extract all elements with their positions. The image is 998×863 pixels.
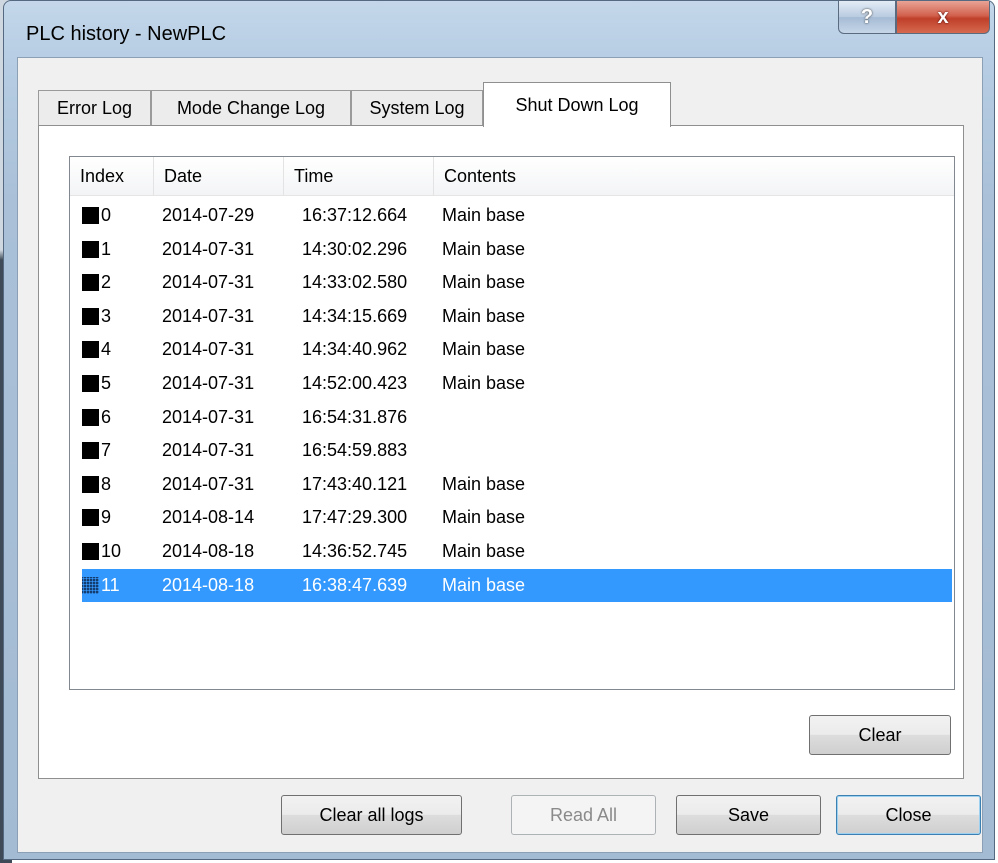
cell-time: 16:54:59.883 [302,440,408,461]
cell-time: 14:34:40.962 [302,339,408,360]
cell-index: 11 [101,574,120,595]
tab-error-log[interactable]: Error Log [38,90,151,126]
cell-index: 10 [101,541,122,561]
cell-date: 2014-08-18 [162,574,255,595]
cell-index: 6 [101,406,112,427]
cell-contents: Main base [442,305,526,326]
table-row[interactable]: 3 2014-07-31 14:34:15.669 Main base [82,300,952,333]
table-row[interactable]: 1 2014-07-31 14:30:02.296 Main base [82,233,952,266]
row-marker-icon [82,509,99,527]
table-row[interactable]: 11 2014-08-18 16:38:47.639 Main base [82,568,952,602]
column-header-contents[interactable]: Contents [434,157,954,195]
table-row[interactable]: 10 2014-08-18 14:36:52.745 Main base [82,535,952,568]
table-row[interactable]: 6 2014-07-31 16:54:31.876 [82,401,952,434]
row-marker-icon [82,341,99,359]
dialog-client-area: Error Log Mode Change Log System Log Shu… [17,57,983,853]
table-row[interactable]: 9 2014-08-14 17:47:29.300 Main base [82,501,952,534]
cell-date: 2014-07-31 [162,406,255,427]
cell-date: 2014-07-31 [162,238,255,259]
row-marker-icon [82,375,99,392]
cell-time: 14:34:15.669 [302,305,408,326]
cell-date: 2014-07-31 [162,272,255,293]
row-marker-icon [82,475,99,493]
clear-all-logs-button[interactable]: Clear all logs [281,795,462,835]
cell-date: 2014-07-31 [162,339,255,360]
cell-contents: Main base [442,574,526,595]
help-icon: ? [860,5,874,28]
row-marker-icon [82,240,99,258]
tab-mode-change-log[interactable]: Mode Change Log [151,90,351,126]
cell-time: 14:33:02.580 [302,272,408,293]
cell-date: 2014-07-29 [162,205,255,225]
cell-index: 4 [101,339,112,360]
table-row[interactable]: 4 2014-07-31 14:34:40.962 Main base [82,333,952,366]
read-all-button[interactable]: Read All [511,795,656,835]
cell-time: 14:36:52.745 [302,541,408,561]
cell-date: 2014-08-18 [162,541,255,561]
title-bar[interactable]: PLC history - NewPLC ? x [4,1,994,57]
tab-system-log[interactable]: System Log [351,90,483,126]
cell-index: 3 [101,305,112,326]
cell-date: 2014-07-31 [162,305,255,326]
cell-index: 9 [101,507,112,528]
column-header-date[interactable]: Date [154,157,284,195]
cell-date: 2014-07-31 [162,373,255,393]
table-row[interactable]: 0 2014-07-29 16:37:12.664 Main base [82,199,952,232]
cell-time: 14:30:02.296 [302,238,408,259]
cell-contents: Main base [442,507,526,528]
table-row[interactable]: 2 2014-07-31 14:33:02.580 Main base [82,266,952,299]
shutdown-log-list[interactable]: Index Date Time Contents 0 2014-07-29 16:3… [69,156,955,690]
cell-index: 7 [101,440,112,461]
help-button[interactable]: ? [838,1,896,34]
cell-index: 0 [101,205,112,225]
row-marker-icon [82,442,99,460]
window-close-button[interactable]: x [896,1,990,34]
cell-date: 2014-08-14 [162,507,255,528]
plc-history-dialog: PLC history - NewPLC ? x Error Log Mode … [3,0,995,860]
cell-contents: Main base [442,339,526,360]
row-marker-icon [82,576,99,594]
shut-down-log-panel: Index Date Time Contents 0 2014-07-29 16:3… [38,125,964,779]
row-marker-icon [82,408,99,426]
cell-index: 2 [101,272,112,293]
cell-date: 2014-07-31 [162,440,255,461]
cell-contents: Main base [442,238,526,259]
cell-contents: Main base [442,473,526,494]
row-marker-icon [82,274,99,292]
cell-date: 2014-07-31 [162,473,255,494]
cell-index: 8 [101,473,112,494]
cell-contents: Main base [442,541,526,561]
cell-time: 16:38:47.639 [302,574,408,595]
close-icon: x [937,5,949,28]
row-marker-icon [82,543,99,560]
cell-index: 1 [101,238,112,259]
cell-index: 5 [101,373,112,393]
cell-time: 16:54:31.876 [302,406,408,427]
column-header-time[interactable]: Time [284,157,434,195]
cell-time: 17:47:29.300 [302,507,408,528]
cell-contents: Main base [442,205,526,225]
close-button[interactable]: Close [836,795,981,835]
cell-time: 17:43:40.121 [302,473,408,494]
table-row[interactable]: 8 2014-07-31 17:43:40.121 Main base [82,468,952,501]
cell-contents: Main base [442,373,526,393]
table-row[interactable]: 7 2014-07-31 16:54:59.883 [82,434,952,467]
table-row[interactable]: 5 2014-07-31 14:52:00.423 Main base [82,367,952,400]
column-header-index[interactable]: Index [70,157,154,195]
cell-time: 14:52:00.423 [302,373,408,393]
save-button[interactable]: Save [676,795,821,835]
tab-shut-down-log[interactable]: Shut Down Log [483,82,671,127]
window-title: PLC history - NewPLC [26,23,227,45]
cell-time: 16:37:12.664 [302,205,408,225]
row-marker-icon [82,307,99,325]
cell-contents: Main base [442,272,526,293]
list-header: Index Date Time Contents [70,157,954,196]
clear-button[interactable]: Clear [809,715,951,755]
row-marker-icon [82,207,99,224]
